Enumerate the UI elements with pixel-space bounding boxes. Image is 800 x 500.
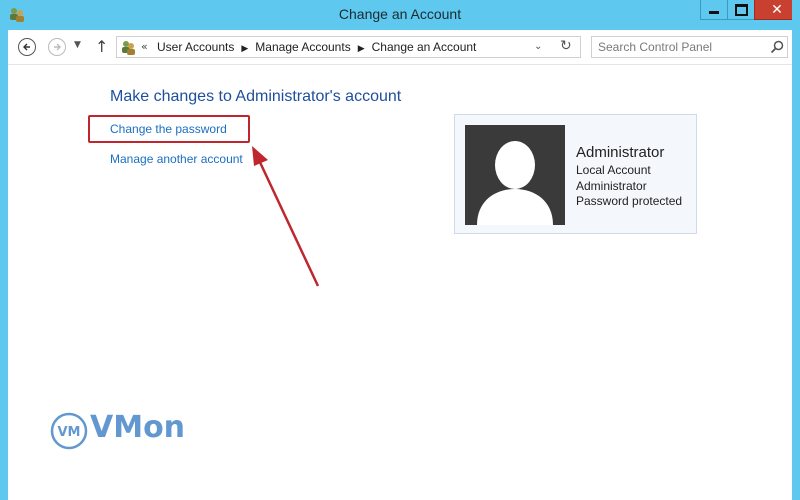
breadcrumb-user-accounts[interactable]: User Accounts [157, 40, 234, 54]
account-card: Administrator Local Account Administrato… [454, 114, 697, 234]
breadcrumb-separator-icon[interactable]: ▶ [358, 43, 365, 53]
window-frame-left [0, 0, 8, 500]
window-title: Change an Account [338, 6, 462, 22]
account-role: Administrator [576, 179, 647, 193]
refresh-icon[interactable]: ↻ [560, 38, 572, 54]
breadcrumb-overflow-chevron[interactable]: « [141, 40, 148, 53]
address-bar[interactable]: « User Accounts ▶ Manage Accounts ▶ Change a… [116, 36, 581, 58]
watermark-logo: VM VMon [50, 410, 200, 450]
title-bar: Change an Account ✕ [0, 0, 800, 30]
back-button[interactable] [18, 38, 36, 56]
up-arrow-icon[interactable]: ↑ [95, 37, 108, 56]
back-arrow-icon [23, 43, 30, 51]
window-frame-right [792, 0, 800, 500]
vmon-logo-badge: VM [58, 425, 81, 440]
breadcrumb-change-account[interactable]: Change an Account [372, 40, 477, 54]
user-avatar-icon [465, 125, 565, 225]
search-icon[interactable] [769, 39, 785, 55]
account-type: Local Account [576, 163, 651, 177]
address-dropdown-icon[interactable]: ⌄ [534, 41, 542, 52]
breadcrumb-manage-accounts[interactable]: Manage Accounts [255, 40, 350, 54]
user-accounts-icon [122, 41, 135, 55]
maximize-icon [734, 3, 748, 16]
recent-pages-dropdown[interactable]: ▼ [74, 40, 81, 50]
forward-arrow-icon [54, 43, 61, 51]
vmon-logo-icon: VM [50, 412, 88, 450]
watermark-text: VMon [90, 410, 186, 445]
account-status: Password protected [576, 194, 683, 208]
navigation-bar: ▼ ↑ « User Accounts ▶ Manage Accounts ▶ Chan… [8, 30, 792, 65]
search-input[interactable] [592, 37, 768, 57]
annotation-arrow [252, 146, 320, 287]
maximize-button[interactable] [727, 0, 755, 20]
account-name: Administrator [576, 144, 665, 161]
search-box[interactable] [591, 36, 788, 58]
breadcrumb-separator-icon[interactable]: ▶ [241, 43, 248, 53]
minimize-button[interactable] [700, 0, 728, 20]
page-title: Make changes to Administrator's account [110, 88, 402, 105]
forward-button[interactable] [48, 38, 66, 56]
highlight-box [88, 115, 250, 143]
manage-another-account-link[interactable]: Manage another account [110, 152, 243, 166]
close-icon: ✕ [771, 1, 783, 18]
minimize-icon [709, 11, 719, 14]
breadcrumb: User Accounts ▶ Manage Accounts ▶ Change an … [157, 40, 476, 54]
